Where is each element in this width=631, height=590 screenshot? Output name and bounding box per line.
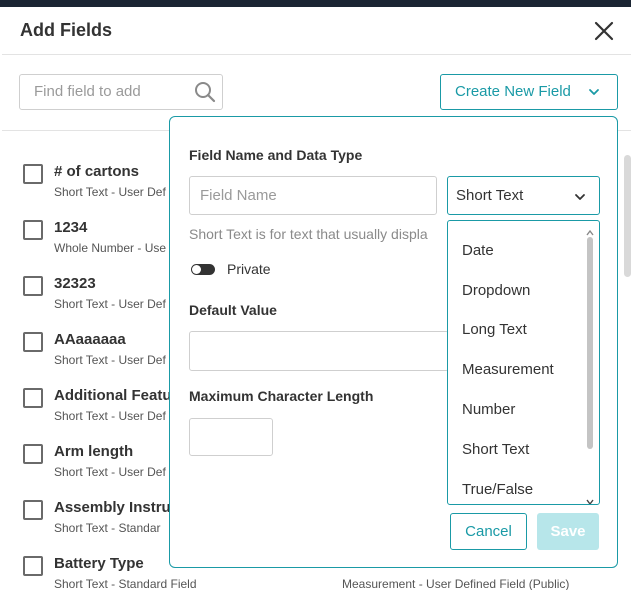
dropdown-option[interactable]: Number bbox=[462, 401, 515, 418]
field-checkbox[interactable] bbox=[23, 332, 43, 352]
field-name-input[interactable] bbox=[189, 176, 437, 215]
search-box bbox=[19, 74, 223, 110]
field-checkbox[interactable] bbox=[23, 556, 43, 576]
dropdown-option[interactable]: Long Text bbox=[462, 321, 527, 338]
dialog-title: Add Fields bbox=[20, 20, 113, 40]
field-type: Short Text - Standar bbox=[54, 521, 161, 535]
window-top-strip bbox=[0, 0, 631, 7]
field-checkbox[interactable] bbox=[23, 388, 43, 408]
search-input[interactable] bbox=[34, 83, 184, 100]
dialog-header: Add Fields bbox=[2, 7, 631, 55]
private-label: Private bbox=[227, 261, 271, 277]
private-toggle[interactable] bbox=[191, 264, 215, 275]
field-checkbox[interactable] bbox=[23, 220, 43, 240]
field-checkbox[interactable] bbox=[23, 500, 43, 520]
field-name: Assembly Instruc bbox=[54, 499, 180, 516]
field-type: Short Text - User Def bbox=[54, 297, 166, 311]
save-button[interactable]: Save bbox=[537, 513, 599, 550]
chevron-down-icon bbox=[574, 190, 586, 202]
create-new-field-label: Create New Field bbox=[455, 83, 571, 100]
dropdown-option[interactable]: Dropdown bbox=[462, 282, 530, 299]
field-name: Additional Featur bbox=[54, 387, 178, 404]
field-type: Short Text - Standard Field bbox=[54, 577, 197, 590]
data-type-dropdown: Date Dropdown Long Text Measurement Numb… bbox=[447, 220, 600, 505]
field-type: Short Text - User Def bbox=[54, 465, 166, 479]
section-title: Field Name and Data Type bbox=[189, 147, 363, 163]
data-type-value: Short Text bbox=[456, 187, 524, 204]
dropdown-option[interactable]: Date bbox=[462, 242, 494, 259]
dropdown-scrollbar-thumb[interactable] bbox=[587, 237, 593, 449]
close-icon[interactable] bbox=[592, 19, 616, 43]
field-name: AAaaaaaa bbox=[54, 331, 126, 348]
field-type: Whole Number - Use bbox=[54, 241, 167, 255]
create-field-popup: Field Name and Data Type Short Text Shor… bbox=[169, 116, 618, 568]
cancel-button[interactable]: Cancel bbox=[450, 513, 527, 550]
field-type: Short Text - User Def bbox=[54, 353, 166, 367]
create-new-field-button[interactable]: Create New Field bbox=[440, 74, 618, 110]
scroll-down-icon[interactable] bbox=[585, 493, 595, 504]
dropdown-option[interactable]: Short Text bbox=[462, 441, 529, 458]
field-name: 32323 bbox=[54, 275, 96, 292]
max-length-label: Maximum Character Length bbox=[189, 388, 374, 404]
default-value-label: Default Value bbox=[189, 302, 277, 318]
max-length-input[interactable] bbox=[189, 418, 273, 456]
data-type-description: Short Text is for text that usually disp… bbox=[189, 226, 428, 242]
dropdown-option[interactable]: True/False bbox=[462, 481, 533, 498]
page-scrollbar[interactable] bbox=[624, 155, 631, 277]
field-name: 1234 bbox=[54, 219, 88, 236]
field-name: Battery Type bbox=[54, 555, 144, 572]
default-value-input[interactable] bbox=[189, 331, 449, 371]
field-type: Short Text - User Def bbox=[54, 185, 166, 199]
dropdown-option[interactable]: Measurement bbox=[462, 361, 554, 378]
field-checkbox[interactable] bbox=[23, 164, 43, 184]
field-name: # of cartons bbox=[54, 163, 140, 180]
search-icon[interactable] bbox=[194, 81, 216, 103]
field-type-secondary: Measurement - User Defined Field (Public… bbox=[342, 577, 570, 590]
scroll-up-icon[interactable] bbox=[585, 224, 595, 236]
field-checkbox[interactable] bbox=[23, 276, 43, 296]
field-type: Short Text - User Def bbox=[54, 409, 166, 423]
field-name: Arm length bbox=[54, 443, 134, 460]
chevron-down-icon bbox=[587, 85, 601, 99]
toggle-knob bbox=[192, 265, 201, 274]
field-checkbox[interactable] bbox=[23, 444, 43, 464]
data-type-select[interactable]: Short Text bbox=[447, 176, 600, 215]
